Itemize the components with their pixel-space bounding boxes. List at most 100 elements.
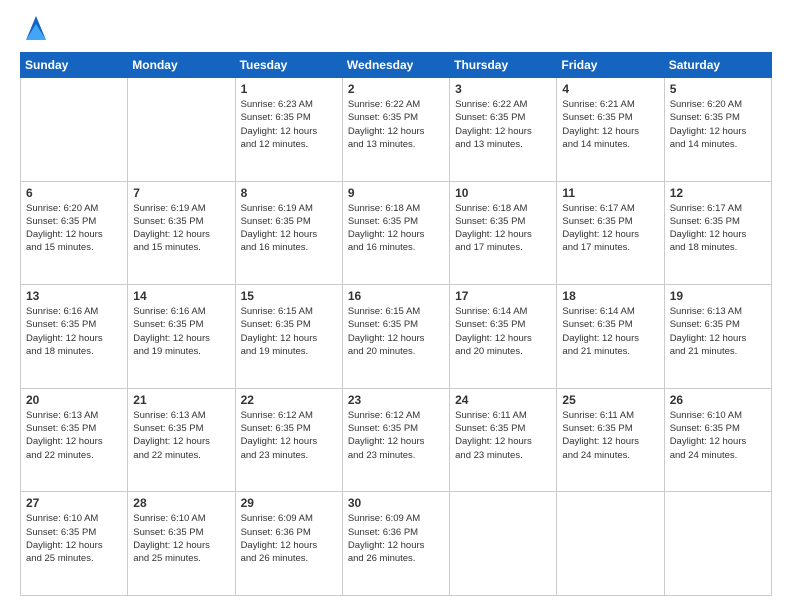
calendar-cell: 18Sunrise: 6:14 AM Sunset: 6:35 PM Dayli… — [557, 285, 664, 389]
day-info: Sunrise: 6:20 AM Sunset: 6:35 PM Dayligh… — [670, 98, 766, 151]
calendar-cell: 19 Sunrise: 6:13 AM Sunset: 6:35 PM Dayli… — [664, 285, 771, 389]
day-number: 4 — [562, 82, 658, 96]
calendar-cell: 22 Sunrise: 6:12 AM Sunset: 6:35 PM Dayli… — [235, 388, 342, 492]
calendar-cell: 6 Sunrise: 6:20 AM Sunset: 6:35 PM Daylig… — [21, 181, 128, 285]
day-number: 29 — [241, 496, 337, 510]
calendar-cell — [557, 492, 664, 596]
calendar-cell — [21, 78, 128, 182]
calendar-week-row: 6 Sunrise: 6:20 AM Sunset: 6:35 PM Daylig… — [21, 181, 772, 285]
day-number: 10 — [455, 186, 551, 200]
calendar-day-header: Saturday — [664, 53, 771, 78]
day-number: 1 — [241, 82, 337, 96]
day-number: 14 — [133, 289, 229, 303]
day-info: Sunrise: 6:16 AM Sunset: 6:35 PM Dayligh… — [26, 305, 122, 358]
day-number: 27 — [26, 496, 122, 510]
day-number: 19 — [670, 289, 766, 303]
day-info: Sunrise: 6:11 AM Sunset: 6:35 PM Dayligh… — [562, 409, 658, 462]
calendar-cell: 17Sunrise: 6:14 AM Sunset: 6:35 PM Dayli… — [450, 285, 557, 389]
calendar-table: SundayMondayTuesdayWednesdayThursdayFrid… — [20, 52, 772, 596]
calendar-day-header: Thursday — [450, 53, 557, 78]
day-number: 28 — [133, 496, 229, 510]
day-info: Sunrise: 6:12 AM Sunset: 6:35 PM Dayligh… — [348, 409, 444, 462]
day-info: Sunrise: 6:13 AM Sunset: 6:35 PM Dayligh… — [26, 409, 122, 462]
day-info: Sunrise: 6:10 AM Sunset: 6:35 PM Dayligh… — [133, 512, 229, 565]
day-number: 26 — [670, 393, 766, 407]
header — [20, 16, 772, 42]
calendar-cell: 23Sunrise: 6:12 AM Sunset: 6:35 PM Dayli… — [342, 388, 449, 492]
calendar-day-header: Tuesday — [235, 53, 342, 78]
day-info: Sunrise: 6:12 AM Sunset: 6:35 PM Dayligh… — [241, 409, 337, 462]
day-info: Sunrise: 6:09 AM Sunset: 6:36 PM Dayligh… — [241, 512, 337, 565]
calendar-day-header: Monday — [128, 53, 235, 78]
calendar-week-row: 20Sunrise: 6:13 AM Sunset: 6:35 PM Dayli… — [21, 388, 772, 492]
day-info: Sunrise: 6:22 AM Sunset: 6:35 PM Dayligh… — [348, 98, 444, 151]
day-number: 2 — [348, 82, 444, 96]
day-info: Sunrise: 6:18 AM Sunset: 6:35 PM Dayligh… — [455, 202, 551, 255]
day-info: Sunrise: 6:17 AM Sunset: 6:35 PM Dayligh… — [670, 202, 766, 255]
calendar-cell: 3 Sunrise: 6:22 AM Sunset: 6:35 PM Daylig… — [450, 78, 557, 182]
logo-icon — [24, 12, 48, 42]
calendar-cell: 24 Sunrise: 6:11 AM Sunset: 6:35 PM Dayli… — [450, 388, 557, 492]
day-number: 16 — [348, 289, 444, 303]
day-number: 17 — [455, 289, 551, 303]
calendar-cell: 10 Sunrise: 6:18 AM Sunset: 6:35 PM Dayli… — [450, 181, 557, 285]
day-info: Sunrise: 6:20 AM Sunset: 6:35 PM Dayligh… — [26, 202, 122, 255]
day-info: Sunrise: 6:19 AM Sunset: 6:35 PM Dayligh… — [133, 202, 229, 255]
day-number: 9 — [348, 186, 444, 200]
calendar-header-row: SundayMondayTuesdayWednesdayThursdayFrid… — [21, 53, 772, 78]
calendar-cell: 21 Sunrise: 6:13 AM Sunset: 6:35 PM Dayli… — [128, 388, 235, 492]
calendar-cell: 2 Sunrise: 6:22 AM Sunset: 6:35 PM Daylig… — [342, 78, 449, 182]
calendar-day-header: Friday — [557, 53, 664, 78]
day-number: 5 — [670, 82, 766, 96]
day-number: 25 — [562, 393, 658, 407]
day-number: 22 — [241, 393, 337, 407]
day-info: Sunrise: 6:09 AM Sunset: 6:36 PM Dayligh… — [348, 512, 444, 565]
calendar-cell: 20Sunrise: 6:13 AM Sunset: 6:35 PM Dayli… — [21, 388, 128, 492]
day-info: Sunrise: 6:17 AM Sunset: 6:35 PM Dayligh… — [562, 202, 658, 255]
page: SundayMondayTuesdayWednesdayThursdayFrid… — [0, 0, 792, 612]
day-info: Sunrise: 6:11 AM Sunset: 6:35 PM Dayligh… — [455, 409, 551, 462]
day-number: 6 — [26, 186, 122, 200]
day-info: Sunrise: 6:21 AM Sunset: 6:35 PM Dayligh… — [562, 98, 658, 151]
calendar-week-row: 13 Sunrise: 6:16 AM Sunset: 6:35 PM Dayli… — [21, 285, 772, 389]
calendar-week-row: 27 Sunrise: 6:10 AM Sunset: 6:35 PM Dayli… — [21, 492, 772, 596]
calendar-cell: 25 Sunrise: 6:11 AM Sunset: 6:35 PM Dayli… — [557, 388, 664, 492]
day-info: Sunrise: 6:15 AM Sunset: 6:35 PM Dayligh… — [241, 305, 337, 358]
day-number: 7 — [133, 186, 229, 200]
calendar-cell: 27 Sunrise: 6:10 AM Sunset: 6:35 PM Dayli… — [21, 492, 128, 596]
day-info: Sunrise: 6:13 AM Sunset: 6:35 PM Dayligh… — [670, 305, 766, 358]
day-info: Sunrise: 6:22 AM Sunset: 6:35 PM Dayligh… — [455, 98, 551, 151]
calendar-cell: 11 Sunrise: 6:17 AM Sunset: 6:35 PM Dayli… — [557, 181, 664, 285]
day-number: 13 — [26, 289, 122, 303]
calendar-cell: 7 Sunrise: 6:19 AM Sunset: 6:35 PM Daylig… — [128, 181, 235, 285]
logo — [20, 16, 48, 42]
calendar-week-row: 1 Sunrise: 6:23 AM Sunset: 6:35 PM Daylig… — [21, 78, 772, 182]
calendar-cell — [450, 492, 557, 596]
calendar-cell: 13 Sunrise: 6:16 AM Sunset: 6:35 PM Dayli… — [21, 285, 128, 389]
day-number: 24 — [455, 393, 551, 407]
calendar-cell — [664, 492, 771, 596]
day-info: Sunrise: 6:10 AM Sunset: 6:35 PM Dayligh… — [26, 512, 122, 565]
calendar-cell: 30 Sunrise: 6:09 AM Sunset: 6:36 PM Dayli… — [342, 492, 449, 596]
day-number: 30 — [348, 496, 444, 510]
day-number: 3 — [455, 82, 551, 96]
calendar-cell: 15Sunrise: 6:15 AM Sunset: 6:35 PM Dayli… — [235, 285, 342, 389]
calendar-cell: 12 Sunrise: 6:17 AM Sunset: 6:35 PM Dayli… — [664, 181, 771, 285]
calendar-cell: 26 Sunrise: 6:10 AM Sunset: 6:35 PM Dayli… — [664, 388, 771, 492]
day-number: 18 — [562, 289, 658, 303]
calendar-cell: 29 Sunrise: 6:09 AM Sunset: 6:36 PM Dayli… — [235, 492, 342, 596]
calendar-cell: 4 Sunrise: 6:21 AM Sunset: 6:35 PM Daylig… — [557, 78, 664, 182]
calendar-cell: 9 Sunrise: 6:18 AM Sunset: 6:35 PM Daylig… — [342, 181, 449, 285]
day-info: Sunrise: 6:18 AM Sunset: 6:35 PM Dayligh… — [348, 202, 444, 255]
day-number: 8 — [241, 186, 337, 200]
calendar-cell: 5 Sunrise: 6:20 AM Sunset: 6:35 PM Daylig… — [664, 78, 771, 182]
day-number: 21 — [133, 393, 229, 407]
day-number: 12 — [670, 186, 766, 200]
calendar-cell — [128, 78, 235, 182]
day-info: Sunrise: 6:23 AM Sunset: 6:35 PM Dayligh… — [241, 98, 337, 151]
calendar-cell: 1 Sunrise: 6:23 AM Sunset: 6:35 PM Daylig… — [235, 78, 342, 182]
day-info: Sunrise: 6:10 AM Sunset: 6:35 PM Dayligh… — [670, 409, 766, 462]
calendar-cell: 16Sunrise: 6:15 AM Sunset: 6:35 PM Dayli… — [342, 285, 449, 389]
day-info: Sunrise: 6:13 AM Sunset: 6:35 PM Dayligh… — [133, 409, 229, 462]
day-number: 11 — [562, 186, 658, 200]
